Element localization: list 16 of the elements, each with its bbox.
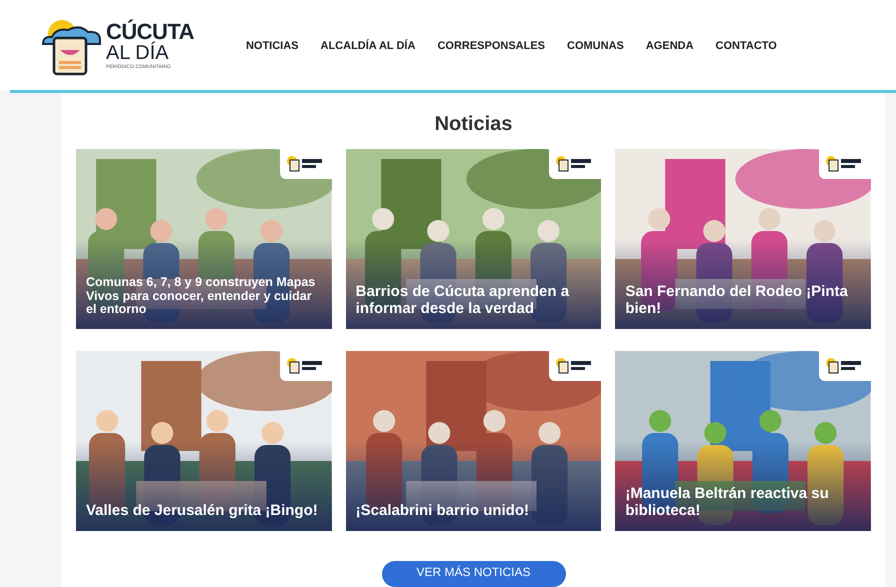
news-title: Barrios de Cúcuta aprenden a informar desde la verdad [356, 284, 570, 317]
nav-link[interactable]: ALCALDÍA AL DÍA [320, 38, 416, 54]
logo-title: CÚCUTA [106, 20, 194, 42]
nav-link[interactable]: NOTICIAS [246, 38, 299, 54]
section-title: Noticias [434, 112, 512, 137]
news-title: Comunas 6, 7, 8 y 9 construyen Mapas Vivos para conocer, entender y cuidar el entorno [86, 276, 316, 317]
news-title: ¡Manuela Beltrán reactiva su biblioteca! [625, 486, 830, 519]
nav-link[interactable]: CONTACTO [716, 38, 777, 54]
news-title: San Fernando del Rodeo ¡Pinta bien! [625, 284, 849, 317]
more-news-button[interactable]: VER MÁS NOTICIAS [382, 561, 566, 587]
news-title: ¡Scalabrini barrio unido! [356, 502, 530, 519]
news-title: Valles de Jerusalén grita ¡Bingo! [86, 502, 319, 519]
nav-link[interactable]: AGENDA [646, 38, 694, 54]
nav-link[interactable]: CORRESPONSALES [437, 38, 546, 54]
nav-link[interactable]: COMUNAS [567, 38, 624, 54]
logo-subtitle: AL DÍA [106, 42, 170, 62]
